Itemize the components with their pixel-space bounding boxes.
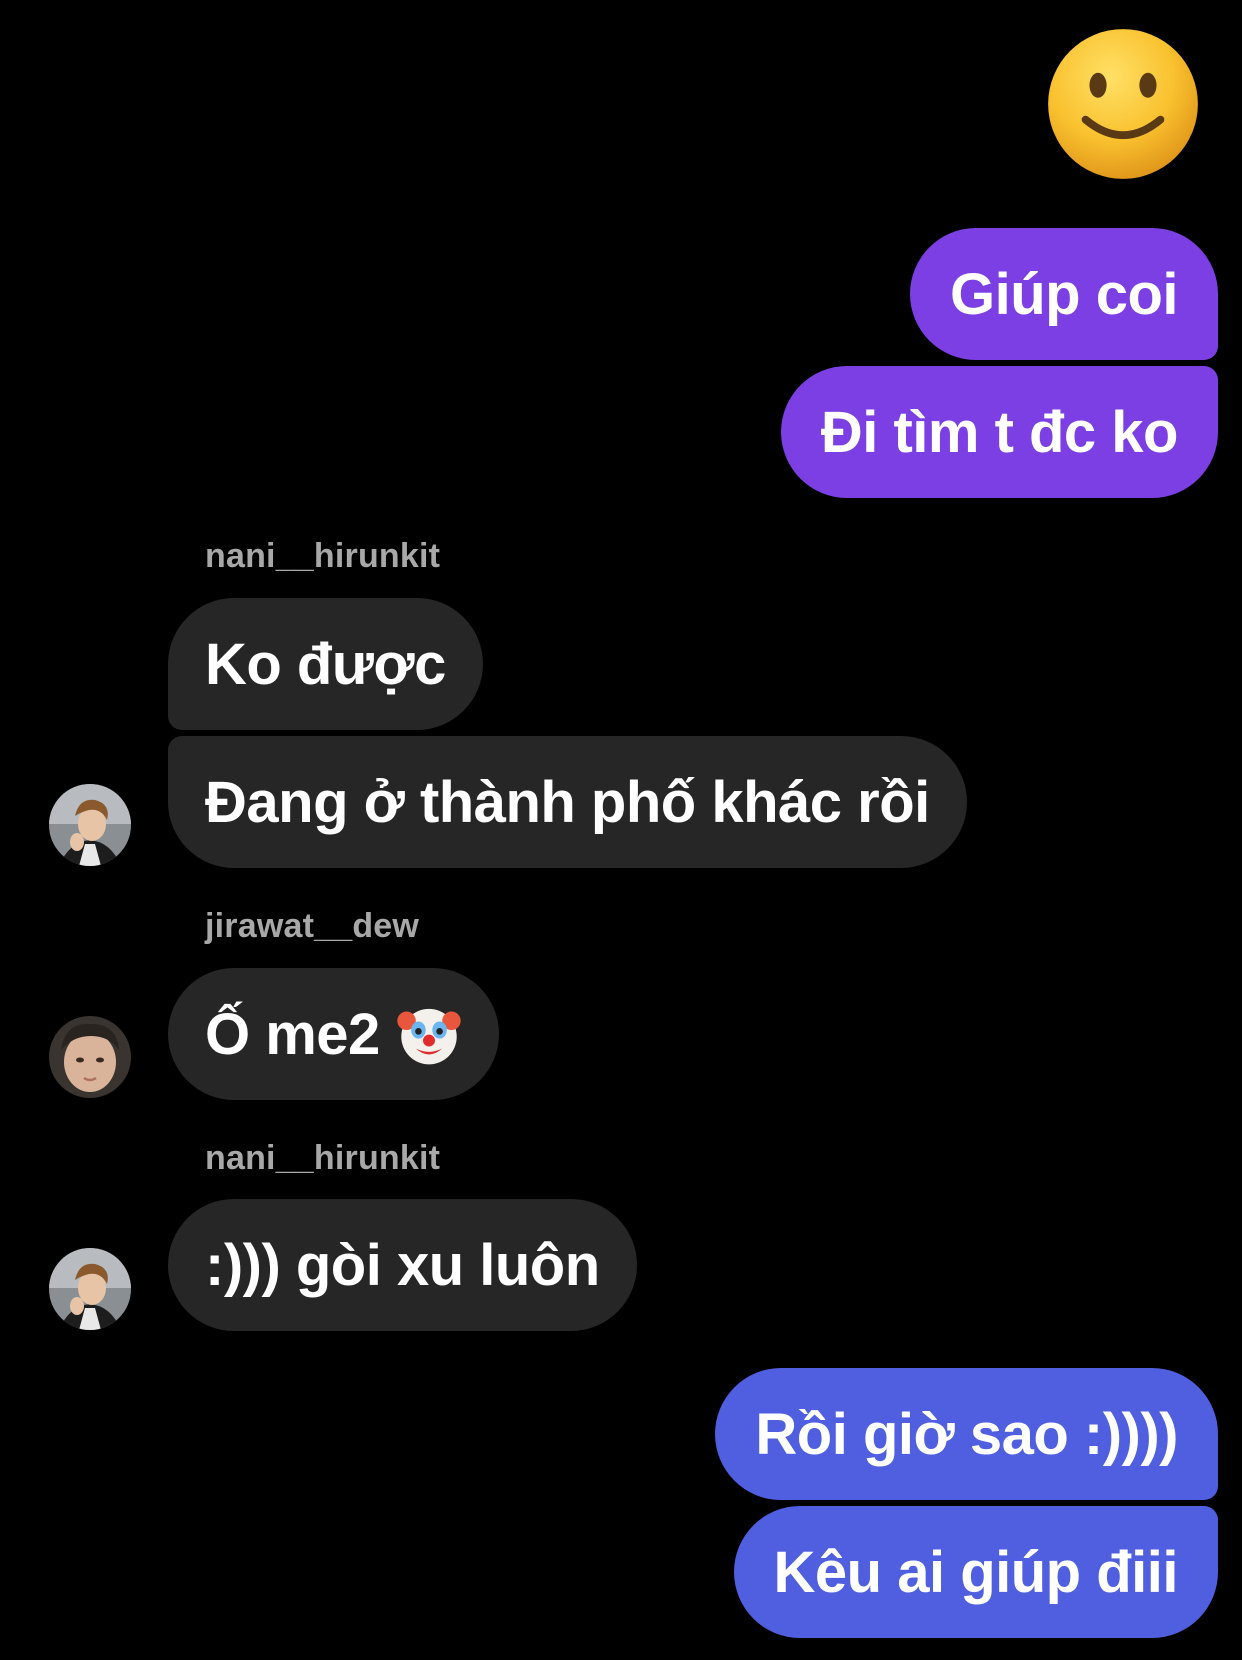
outgoing-message-bubble[interactable]: Kêu ai giúp điii xyxy=(733,1506,1218,1638)
message-text: Rồi giờ sao :)))) xyxy=(755,1401,1178,1467)
clown-face-icon xyxy=(396,1001,462,1067)
incoming-message-bubble[interactable]: Ố me2 xyxy=(168,968,499,1100)
message-text: Ố me2 xyxy=(205,1001,380,1067)
avatar-jirawat-dew[interactable] xyxy=(49,1016,131,1098)
outgoing-message-bubble[interactable]: Giúp coi xyxy=(910,228,1218,360)
sender-name: jirawat__dew xyxy=(205,907,420,945)
outgoing-message-bubble[interactable]: Đi tìm t đc ko xyxy=(780,366,1218,498)
avatar-nani-hirunkit[interactable] xyxy=(49,784,131,866)
sender-name: nani__hirunkit xyxy=(205,1139,441,1177)
incoming-message-bubble[interactable]: Ko được xyxy=(168,598,483,730)
avatar-nani-hirunkit[interactable] xyxy=(49,1248,131,1330)
incoming-message-bubble[interactable]: :))) gòi xu luôn xyxy=(168,1199,637,1331)
smiley-icon xyxy=(1048,29,1198,179)
message-text: Đi tìm t đc ko xyxy=(820,399,1179,465)
slightly-smiling-face-emoji xyxy=(1045,26,1201,182)
outgoing-message-bubble[interactable]: Rồi giờ sao :)))) xyxy=(715,1368,1218,1500)
message-text: Giúp coi xyxy=(950,261,1179,327)
message-text: :))) gòi xu luôn xyxy=(205,1232,600,1298)
message-text: Đang ở thành phố khác rồi xyxy=(205,769,930,835)
message-text: Ko được xyxy=(205,631,446,697)
incoming-message-bubble[interactable]: Đang ở thành phố khác rồi xyxy=(168,736,967,868)
message-text: Kêu ai giúp điii xyxy=(773,1539,1179,1605)
sender-name: nani__hirunkit xyxy=(205,537,441,575)
